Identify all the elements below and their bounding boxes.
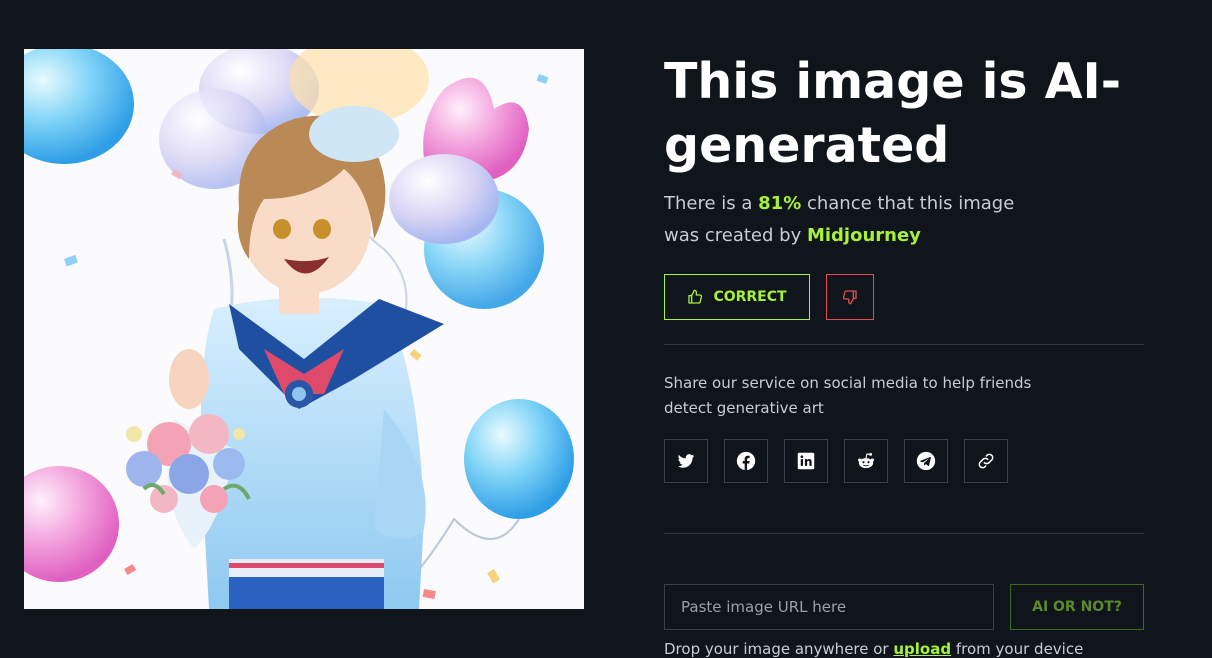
drop-hint: Drop your image anywhere or upload from … — [664, 640, 1144, 658]
facebook-icon — [736, 451, 756, 471]
url-check-form: AI OR NOT? — [664, 584, 1144, 630]
thumbs-down-icon — [842, 290, 857, 305]
share-text: Share our service on social media to hel… — [664, 374, 1032, 417]
social-buttons — [664, 439, 1144, 483]
link-icon — [978, 453, 994, 469]
share-telegram-button[interactable] — [904, 439, 948, 483]
share-twitter-button[interactable] — [664, 439, 708, 483]
incorrect-button[interactable] — [826, 274, 874, 320]
drop-hint-suffix: from your device — [951, 640, 1084, 658]
divider — [664, 533, 1144, 534]
result-headline: This image is AI-generated — [664, 53, 1122, 174]
analyzed-image — [24, 49, 584, 609]
ai-or-not-button[interactable]: AI OR NOT? — [1010, 584, 1144, 630]
divider — [664, 344, 1144, 345]
share-linkedin-button[interactable] — [784, 439, 828, 483]
result-prefix: There is a — [664, 193, 759, 214]
telegram-icon — [916, 451, 936, 471]
result-panel: This image is AI-generated There is a 81… — [664, 50, 1144, 658]
model-name: Midjourney — [806, 225, 921, 246]
copy-link-button[interactable] — [964, 439, 1008, 483]
correct-button[interactable]: CORRECT — [664, 274, 810, 320]
thumbs-up-icon — [688, 289, 703, 304]
image-url-input[interactable] — [664, 584, 994, 630]
upload-link[interactable]: upload — [893, 640, 951, 658]
drop-hint-prefix: Drop your image anywhere or — [664, 640, 894, 658]
feedback-buttons: CORRECT — [664, 274, 1144, 320]
result-description: There is a 81% chance that this image wa… — [664, 188, 1044, 252]
linkedin-icon — [797, 452, 815, 470]
share-reddit-button[interactable] — [844, 439, 888, 483]
twitter-icon — [677, 454, 695, 468]
confidence-percent: 81% — [758, 193, 802, 214]
share-facebook-button[interactable] — [724, 439, 768, 483]
reddit-icon — [858, 452, 874, 469]
correct-button-label: CORRECT — [713, 289, 787, 305]
